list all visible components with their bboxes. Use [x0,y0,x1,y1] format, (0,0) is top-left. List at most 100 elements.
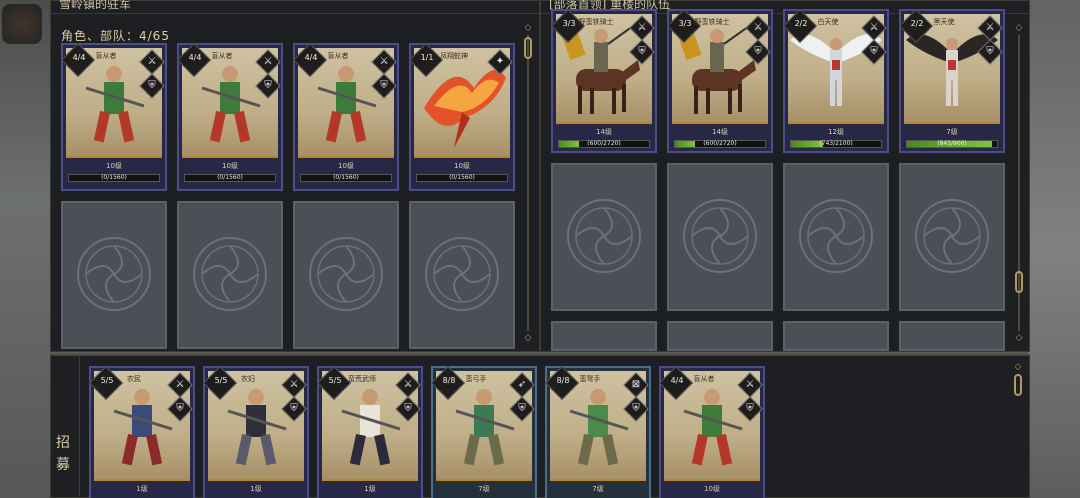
unit-name: 盲从者 [211,52,233,60]
xp-bar: (600/2720) [558,140,650,148]
party-scrollbar[interactable]: ◇ ◇ [1014,23,1024,345]
scroll-handle[interactable] [524,37,532,59]
unit-name: 野蛮铁骑士 [578,18,614,26]
weapon-glyph: ✦ [495,56,505,67]
shield-glyph: ⛨ [746,403,754,414]
recruit-panel: 5/5 农民 ⚔ ⛨ 1级 5/5 农妇 ⚔ ⛨ 1级 5/5 蛮荒武师 ⚔ ⛨ 1级 8/8 蛮弓手 ➶ ⛨ 7级 8… [50,354,1030,498]
weapon-glyph: ⚔ [753,22,763,33]
unit-level: 1级 [250,485,262,493]
shield-glyph: ⛨ [404,403,412,414]
unit-level: 1级 [364,485,376,493]
garrison-count: 角色、部队：4/65 [61,29,170,43]
shield-glyph: ⛨ [986,46,994,57]
card-divider [788,122,884,124]
corner-menu-button[interactable] [2,4,42,44]
party-unit-card[interactable]: 2/2 黑天使 ⚔ ⛨ 7级 (843/900) [899,9,1005,153]
card-divider [904,122,1000,124]
shield-glyph: ⛨ [380,80,388,91]
empty-slot[interactable] [551,321,657,431]
empty-slot[interactable] [783,163,889,311]
shield-glyph: ⛨ [290,403,298,414]
shield-glyph: ⛨ [870,46,878,57]
unit-level: 7级 [946,128,958,136]
xp-text: (0/1560) [449,174,475,181]
shield-glyph: ⛨ [632,403,640,414]
empty-slot-emblem-icon [425,237,499,311]
empty-slot[interactable] [551,163,657,311]
card-divider [550,479,646,481]
empty-slot-emblem-icon [915,199,989,273]
scroll-handle[interactable] [1014,374,1022,396]
recruit-unit-card[interactable]: 5/5 农妇 ⚔ ⛨ 1级 [203,366,309,498]
xp-bar: (0/1560) [416,174,508,182]
card-divider [664,479,760,481]
weapon-glyph: ⚔ [289,379,299,390]
empty-slot[interactable] [783,321,889,431]
empty-slot[interactable] [667,163,773,311]
xp-text: (0/1560) [101,174,127,181]
recruit-unit-card[interactable]: 8/8 蛮弓手 ➶ ⛨ 7级 [431,366,537,498]
empty-slot-emblem-icon [193,237,267,311]
panel-divider [51,13,539,14]
card-divider [672,122,768,124]
xp-text: (743/2100) [819,140,853,147]
unit-name: 蛮荒武师 [348,375,376,383]
unit-level: 10级 [222,162,238,170]
empty-slot-emblem-icon [567,199,641,273]
weapon-glyph: ⚔ [147,56,157,67]
xp-text: (0/1560) [333,174,359,181]
card-divider [556,122,652,124]
weapon-glyph: ⚔ [263,56,273,67]
empty-slot[interactable] [61,201,167,349]
xp-text: (600/2720) [587,140,621,147]
scroll-up-icon[interactable]: ◇ [523,23,533,33]
unit-name: 野蛮铁骑士 [694,18,730,26]
shield-glyph: ⛨ [264,80,272,91]
garrison-unit-card[interactable]: 4/4 盲从者 ⚔ ⛨ 10级 (0/1560) [61,43,167,191]
empty-slot-emblem-icon [683,199,757,273]
recruit-unit-card[interactable]: 4/4 盲从者 ⚔ ⛨ 10级 [659,366,765,498]
empty-slot-emblem-icon [309,237,383,311]
garrison-unit-card[interactable]: 1/1 凤翔蛇神 ✦ 10级 (0/1560) [409,43,515,191]
garrison-title: 雪岭镇的驻军 [59,0,132,11]
unit-name: 盲从者 [693,375,715,383]
party-unit-card[interactable]: 3/3 野蛮铁骑士 ⚔ ⛨ 14级 (600/2720) [667,9,773,153]
empty-slot[interactable] [899,321,1005,431]
empty-slot-emblem-icon [799,199,873,273]
shield-glyph: ⛨ [754,46,762,57]
garrison-unit-card[interactable]: 4/4 盲从者 ⚔ ⛨ 10级 (0/1560) [293,43,399,191]
garrison-unit-card[interactable]: 4/4 盲从者 ⚔ ⛨ 10级 (0/1560) [177,43,283,191]
recruit-unit-card[interactable]: 5/5 农民 ⚔ ⛨ 1级 [89,366,195,498]
unit-level: 7级 [478,485,490,493]
unit-name: 农民 [127,375,141,383]
empty-slot[interactable] [293,201,399,349]
scroll-down-icon[interactable]: ◇ [1014,333,1024,343]
scroll-up-icon[interactable]: ◇ [1013,362,1023,372]
recruit-tab[interactable] [50,356,80,498]
unit-name: 农妇 [241,375,255,383]
unit-level: 7级 [592,485,604,493]
scroll-up-icon[interactable]: ◇ [1014,23,1024,33]
xp-bar: (0/1560) [184,174,276,182]
xp-bar: (743/2100) [790,140,882,148]
xp-text: (0/1560) [217,174,243,181]
unit-name: 盲从者 [95,52,117,60]
weapon-glyph: ⚔ [403,379,413,390]
party-unit-card[interactable]: 3/3 野蛮铁骑士 ⚔ ⛨ 14级 (600/2720) [551,9,657,153]
party-unit-card[interactable]: 2/2 白天使 ⚔ ⛨ 12级 (743/2100) [783,9,889,153]
xp-bar: (843/900) [906,140,998,148]
garrison-panel: 雪岭镇的驻军 角色、部队：4/65 4/4 盲从者 ⚔ ⛨ 10级 (0/1560) 4/4… [50,0,540,352]
recruit-unit-card[interactable]: 5/5 蛮荒武师 ⚔ ⛨ 1级 [317,366,423,498]
recruit-scrollbar[interactable]: ◇ [1013,362,1023,494]
recruit-unit-card[interactable]: 8/8 蛮弩手 ⊠ ⛨ 7级 [545,366,651,498]
empty-slot[interactable] [177,201,283,349]
weapon-glyph: ⚔ [985,22,995,33]
empty-slot[interactable] [409,201,515,349]
weapon-glyph: ➶ [517,379,527,390]
scroll-handle[interactable] [1015,271,1023,293]
background-left [0,0,50,498]
scroll-down-icon[interactable]: ◇ [523,333,533,343]
empty-slot[interactable] [899,163,1005,311]
garrison-scrollbar[interactable]: ◇ ◇ [523,23,533,345]
empty-slot[interactable] [667,321,773,431]
